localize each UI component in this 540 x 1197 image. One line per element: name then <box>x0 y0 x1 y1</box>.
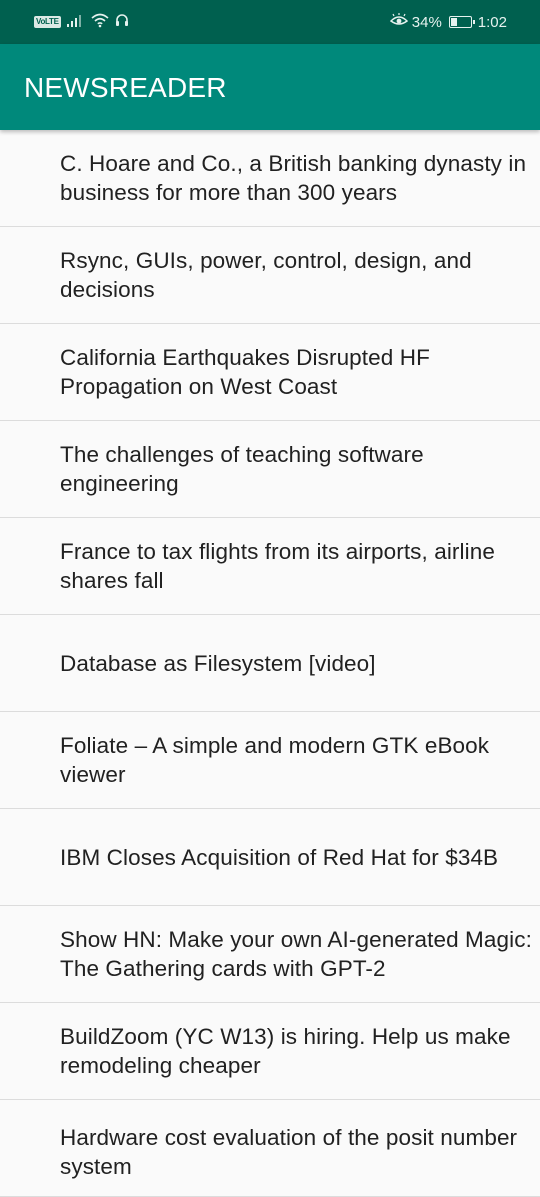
list-item[interactable]: France to tax flights from its airports,… <box>0 518 540 615</box>
list-item[interactable]: Database as Filesystem [video] <box>0 615 540 712</box>
article-title: IBM Closes Acquisition of Red Hat for $3… <box>60 844 499 870</box>
wifi-icon <box>91 12 109 33</box>
volte-badge: VoLTE <box>34 16 61 28</box>
status-right: 34% 1:02 <box>389 12 507 32</box>
article-title: BuildZoom (YC W13) is hiring. Help us ma… <box>60 1024 511 1078</box>
app-bar: NEWSREADER <box>0 44 540 130</box>
list-item[interactable]: IBM Closes Acquisition of Red Hat for $3… <box>0 809 540 906</box>
app-title: NEWSREADER <box>24 72 227 103</box>
list-item[interactable]: Show HN: Make your own AI-generated Magi… <box>0 906 540 1003</box>
article-title: The challenges of teaching software engi… <box>60 442 424 496</box>
article-title: Rsync, GUIs, power, control, design, and… <box>60 248 472 302</box>
list-item[interactable]: Rsync, GUIs, power, control, design, and… <box>0 227 540 324</box>
article-title: Hardware cost evaluation of the posit nu… <box>60 1125 518 1179</box>
list-item[interactable]: California Earthquakes Disrupted HF Prop… <box>0 324 540 421</box>
article-title: California Earthquakes Disrupted HF Prop… <box>60 345 430 399</box>
status-left: VoLTE <box>34 12 129 32</box>
status-bar: VoLTE 34% 1:02 <box>0 0 540 44</box>
headset-icon <box>115 13 129 32</box>
list-item[interactable]: C. Hoare and Co., a British banking dyna… <box>0 130 540 227</box>
list-item[interactable]: The challenges of teaching software engi… <box>0 421 540 518</box>
article-title: Foliate – A simple and modern GTK eBook … <box>60 733 490 787</box>
battery-percent: 34% <box>411 13 442 31</box>
signal-icon <box>66 13 85 32</box>
battery-icon <box>448 16 475 28</box>
battery-level <box>450 18 457 26</box>
article-title: Database as Filesystem [video] <box>60 650 376 676</box>
article-title: C. Hoare and Co., a British banking dyna… <box>60 151 527 205</box>
list-item[interactable]: Foliate – A simple and modern GTK eBook … <box>0 712 540 809</box>
list-item[interactable]: Hardware cost evaluation of the posit nu… <box>0 1100 540 1197</box>
article-title: France to tax flights from its airports,… <box>60 539 495 593</box>
list-item[interactable]: BuildZoom (YC W13) is hiring. Help us ma… <box>0 1003 540 1100</box>
article-list: C. Hoare and Co., a British banking dyna… <box>0 130 540 1197</box>
article-title: Show HN: Make your own AI-generated Magi… <box>60 927 532 981</box>
eye-comfort-icon <box>389 13 408 31</box>
clock: 1:02 <box>477 13 507 31</box>
